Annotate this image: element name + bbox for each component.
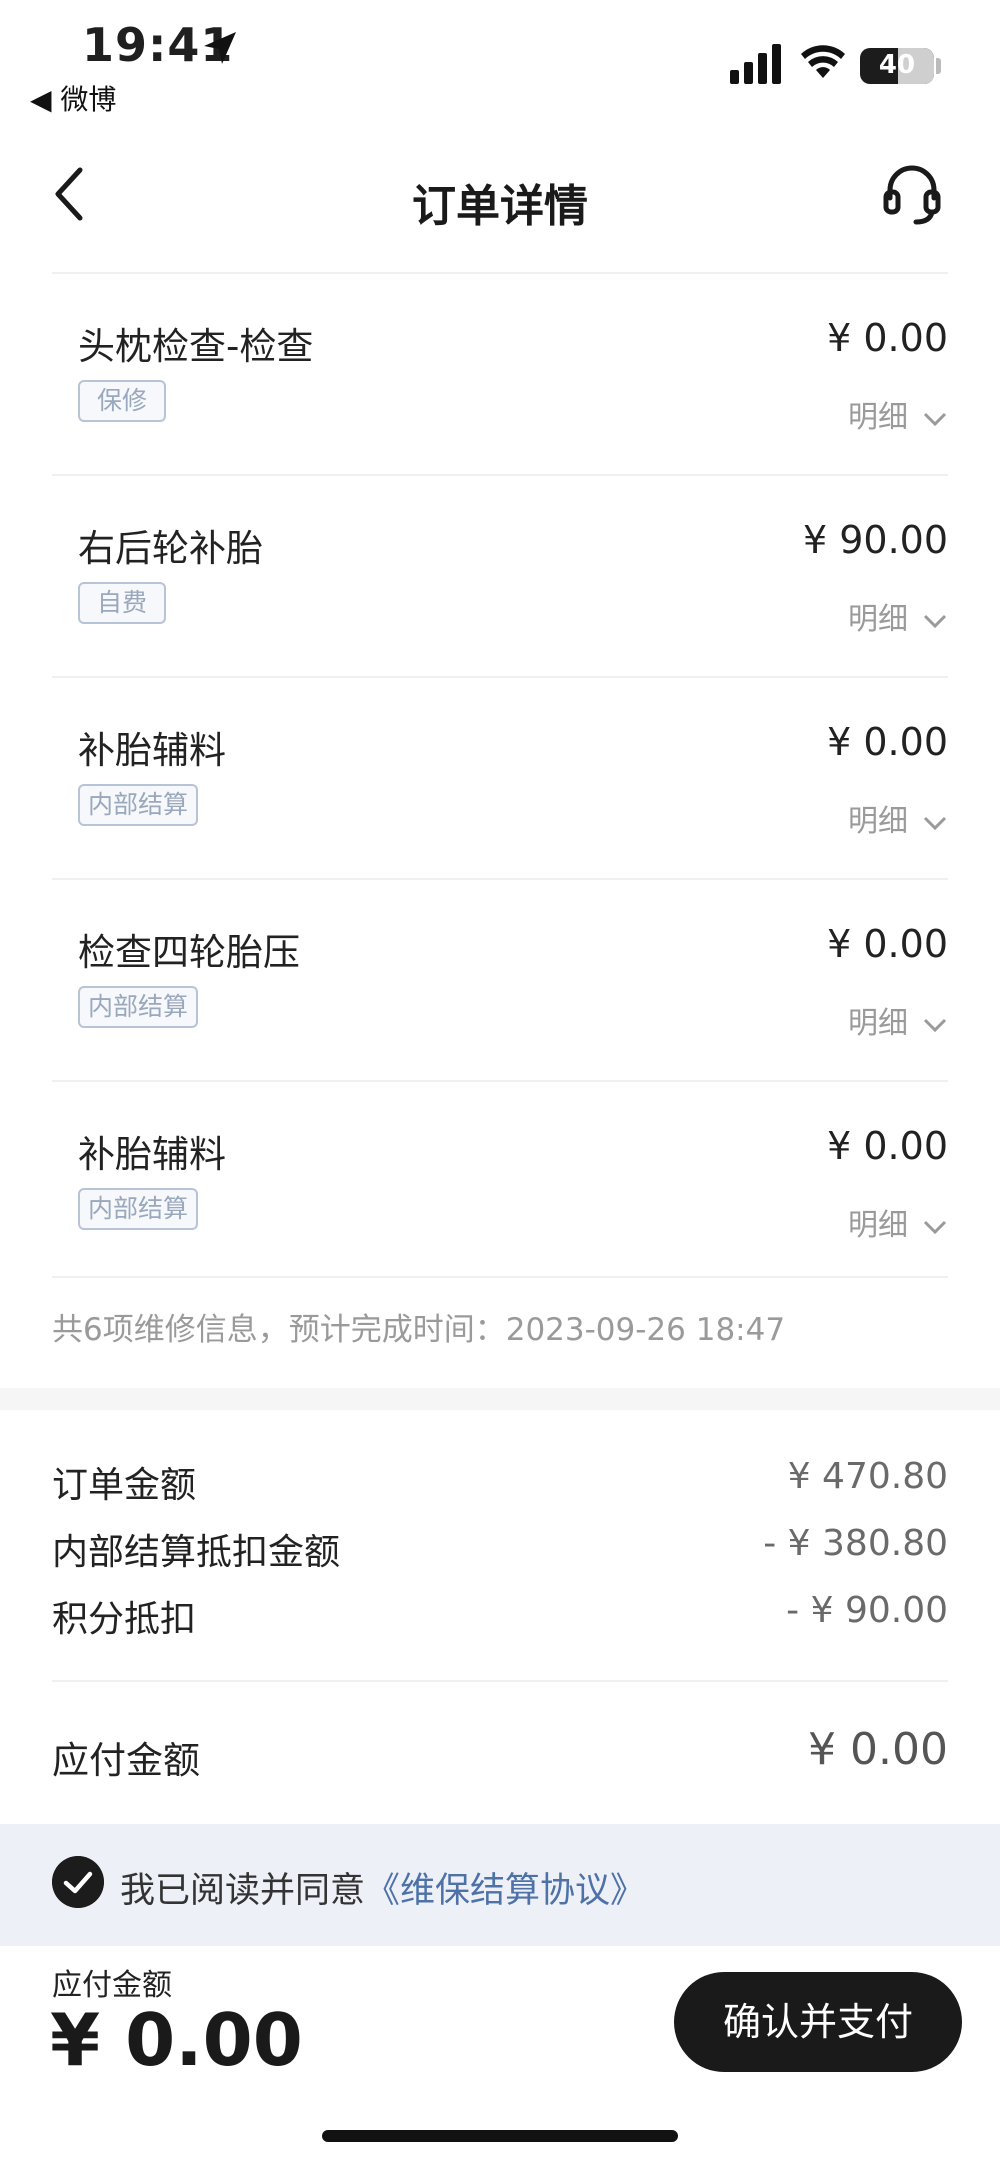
detail-toggle[interactable]: 明细 bbox=[848, 392, 948, 436]
amount-breakdown: 订单金额 ¥ 470.80 内部结算抵扣金额 - ¥ 380.80 积分抵扣 -… bbox=[52, 1448, 948, 1649]
payable-label: 应付金额 bbox=[52, 1739, 200, 1782]
points-deduction-value: - ¥ 90.00 bbox=[786, 1590, 948, 1631]
order-amount-value: ¥ 470.80 bbox=[787, 1456, 948, 1497]
item-name: 补胎辅料 bbox=[78, 1133, 226, 1176]
internal-deduction-value: - ¥ 380.80 bbox=[763, 1523, 948, 1564]
back-to-app-link[interactable]: ◀ 微博 bbox=[30, 78, 116, 118]
detail-toggle[interactable]: 明细 bbox=[848, 594, 948, 638]
item-price: ¥ 0.00 bbox=[827, 720, 948, 764]
item-name: 右后轮补胎 bbox=[78, 527, 263, 570]
cellular-signal-icon bbox=[730, 44, 781, 84]
item-name: 补胎辅料 bbox=[78, 729, 226, 772]
item-tag: 保修 bbox=[78, 380, 166, 422]
nav-bar: 订单详情 bbox=[0, 130, 1000, 260]
section-gap bbox=[0, 1388, 1000, 1410]
detail-label: 明细 bbox=[848, 400, 908, 435]
item-tag: 自费 bbox=[78, 582, 166, 624]
customer-service-icon[interactable] bbox=[880, 154, 944, 234]
chevron-down-icon bbox=[923, 1220, 947, 1234]
detail-label: 明细 bbox=[848, 1208, 908, 1243]
detail-label: 明细 bbox=[848, 804, 908, 839]
item-price: ¥ 0.00 bbox=[827, 316, 948, 360]
battery-level: 40 bbox=[878, 50, 916, 80]
location-arrow-icon bbox=[204, 32, 236, 64]
confirm-pay-button[interactable]: 确认并支付 bbox=[674, 1972, 962, 2072]
agreement-prefix: 我已阅读并同意 bbox=[120, 1871, 366, 1911]
agreement-bar: 我已阅读并同意《维保结算协议》 bbox=[0, 1824, 1000, 1946]
divider bbox=[52, 1680, 948, 1682]
repair-summary: 共6项维修信息，预计完成时间：2023-09-26 18:47 bbox=[52, 1312, 786, 1348]
agreement-link[interactable]: 《维保结算协议》 bbox=[365, 1871, 645, 1911]
list-item: 头枕检查-检查 ¥ 0.00 保修 明细 bbox=[52, 272, 948, 474]
item-tag: 内部结算 bbox=[78, 784, 199, 826]
internal-deduction-row: 内部结算抵扣金额 - ¥ 380.80 bbox=[52, 1515, 948, 1582]
item-price: ¥ 0.00 bbox=[827, 922, 948, 966]
item-name: 检查四轮胎压 bbox=[78, 931, 300, 974]
item-tag: 内部结算 bbox=[78, 986, 199, 1028]
item-name: 头枕检查-检查 bbox=[78, 325, 314, 368]
chevron-down-icon bbox=[923, 412, 947, 426]
internal-deduction-label: 内部结算抵扣金额 bbox=[52, 1532, 341, 1573]
agreement-checkbox[interactable] bbox=[52, 1856, 104, 1908]
agreement-text: 我已阅读并同意《维保结算协议》 bbox=[120, 1862, 645, 1913]
status-bar: 19:41 ◀ 微博 40 bbox=[0, 0, 1000, 130]
list-item: 右后轮补胎 ¥ 90.00 自费 明细 bbox=[52, 474, 948, 676]
payable-row: 应付金额 ¥ 0.00 bbox=[52, 1724, 948, 1784]
detail-toggle[interactable]: 明细 bbox=[848, 1200, 948, 1244]
payable-value: ¥ 0.00 bbox=[808, 1724, 948, 1775]
footer-total-amount: ¥ 0.00 bbox=[50, 1998, 303, 2082]
detail-label: 明细 bbox=[848, 1006, 908, 1041]
list-item: 补胎辅料 ¥ 0.00 内部结算 明细 bbox=[52, 676, 948, 878]
item-price: ¥ 0.00 bbox=[827, 1124, 948, 1168]
home-indicator[interactable] bbox=[322, 2130, 678, 2142]
item-price: ¥ 90.00 bbox=[802, 518, 948, 562]
chevron-down-icon bbox=[923, 1018, 947, 1032]
page-title: 订单详情 bbox=[412, 181, 588, 232]
points-deduction-row: 积分抵扣 - ¥ 90.00 bbox=[52, 1582, 948, 1649]
chevron-down-icon bbox=[923, 816, 947, 830]
wifi-icon bbox=[801, 45, 845, 78]
battery-icon: 40 bbox=[860, 48, 934, 84]
points-deduction-label: 积分抵扣 bbox=[52, 1599, 197, 1640]
service-item-list: 头枕检查-检查 ¥ 0.00 保修 明细 右后轮补胎 ¥ 90.00 自费 明细… bbox=[0, 272, 1000, 1282]
order-amount-row: 订单金额 ¥ 470.80 bbox=[52, 1448, 948, 1515]
detail-label: 明细 bbox=[848, 602, 908, 637]
detail-toggle[interactable]: 明细 bbox=[848, 796, 948, 840]
item-tag: 内部结算 bbox=[78, 1188, 199, 1230]
list-item: 补胎辅料 ¥ 0.00 内部结算 明细 bbox=[52, 1080, 948, 1282]
divider bbox=[52, 1276, 948, 1278]
chevron-down-icon bbox=[923, 614, 947, 628]
order-amount-label: 订单金额 bbox=[52, 1465, 197, 1506]
detail-toggle[interactable]: 明细 bbox=[848, 998, 948, 1042]
list-item: 检查四轮胎压 ¥ 0.00 内部结算 明细 bbox=[52, 878, 948, 1080]
